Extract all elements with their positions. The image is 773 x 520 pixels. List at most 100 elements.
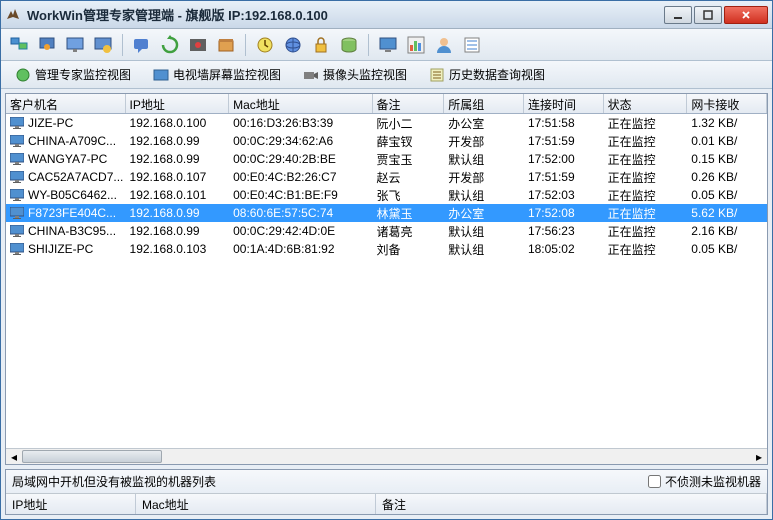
tool-monitors-icon[interactable] xyxy=(7,33,31,57)
close-button[interactable] xyxy=(724,6,768,24)
table-row[interactable]: WY-B05C6462...192.168.0.10100:E0:4C:B1:B… xyxy=(6,186,767,204)
col-ip[interactable]: IP地址 xyxy=(126,94,230,113)
cell-net: 2.16 KB/ xyxy=(687,223,767,239)
no-detect-checkbox-input[interactable] xyxy=(648,475,661,488)
table-row[interactable]: CAC52A7ACD7...192.168.0.10700:E0:4C:B2:2… xyxy=(6,168,767,186)
col-remark[interactable]: 备注 xyxy=(373,94,445,113)
cell-mac: 00:1A:4D:6B:81:92 xyxy=(229,241,372,257)
view-tab-label: 管理专家监控视图 xyxy=(35,66,131,83)
col-conntime[interactable]: 连接时间 xyxy=(524,94,604,113)
table-row[interactable]: F8723FE404C...192.168.0.9908:60:6E:57:5C… xyxy=(6,204,767,222)
cell-group: 默认组 xyxy=(444,150,524,169)
cell-net: 0.26 KB/ xyxy=(687,169,767,185)
cell-status: 正在监控 xyxy=(604,222,688,241)
cell-name: CHINA-A709C... xyxy=(6,133,126,149)
tool-screen-icon[interactable] xyxy=(63,33,87,57)
cell-remark: 薛宝钗 xyxy=(373,132,445,151)
scroll-thumb[interactable] xyxy=(22,450,162,463)
cell-ip: 192.168.0.99 xyxy=(126,133,230,149)
view-tab-monitor[interactable]: 管理专家监控视图 xyxy=(7,63,139,86)
table-row[interactable]: WANGYA7-PC192.168.0.9900:0C:29:40:2B:BE贾… xyxy=(6,150,767,168)
tool-list-icon[interactable] xyxy=(460,33,484,57)
cell-name: WY-B05C6462... xyxy=(6,187,126,203)
cell-remark: 诸葛亮 xyxy=(373,222,445,241)
cell-remark: 赵云 xyxy=(373,168,445,187)
scroll-left-arrow-icon[interactable]: ◂ xyxy=(6,449,22,465)
table-row[interactable]: CHINA-A709C...192.168.0.9900:0C:29:34:62… xyxy=(6,132,767,150)
window-title: WorkWin管理专家管理端 - 旗舰版 IP:192.168.0.100 xyxy=(27,5,664,24)
cell-remark: 阮小二 xyxy=(373,114,445,133)
cell-status: 正在监控 xyxy=(604,186,688,205)
table-body[interactable]: JIZE-PC192.168.0.10000:16:D3:26:B3:39阮小二… xyxy=(6,114,767,448)
view-tab-label: 历史数据查询视图 xyxy=(449,66,545,83)
cell-net: 0.15 KB/ xyxy=(687,151,767,167)
cell-net: 0.05 KB/ xyxy=(687,241,767,257)
cell-ip: 192.168.0.99 xyxy=(126,205,230,221)
tool-settings-icon[interactable] xyxy=(91,33,115,57)
tool-lock-icon[interactable] xyxy=(309,33,333,57)
tool-display-icon[interactable] xyxy=(376,33,400,57)
tool-user-icon[interactable] xyxy=(432,33,456,57)
titlebar: WorkWin管理专家管理端 - 旗舰版 IP:192.168.0.100 xyxy=(1,1,772,29)
cell-name: CAC52A7ACD7... xyxy=(6,169,126,185)
cell-name: WANGYA7-PC xyxy=(6,151,126,167)
bottom-col-ip[interactable]: IP地址 xyxy=(6,494,136,514)
cell-remark: 张飞 xyxy=(373,186,445,205)
table-header: 客户机名 IP地址 Mac地址 备注 所属组 连接时间 状态 网卡接收 xyxy=(6,94,767,114)
cell-net: 0.05 KB/ xyxy=(687,187,767,203)
table-row[interactable]: SHIJIZE-PC192.168.0.10300:1A:4D:6B:81:92… xyxy=(6,240,767,258)
tool-refresh-icon[interactable] xyxy=(158,33,182,57)
tool-time-icon[interactable] xyxy=(253,33,277,57)
col-group[interactable]: 所属组 xyxy=(444,94,524,113)
cell-time: 17:51:58 xyxy=(524,115,604,131)
window-buttons xyxy=(664,6,768,24)
cell-net: 0.01 KB/ xyxy=(687,133,767,149)
col-mac[interactable]: Mac地址 xyxy=(229,94,372,113)
tool-package-icon[interactable] xyxy=(214,33,238,57)
monitor-view-icon xyxy=(15,67,31,83)
view-tab-camera[interactable]: 摄像头监控视图 xyxy=(295,63,415,86)
cell-mac: 00:0C:29:34:62:A6 xyxy=(229,133,372,149)
bottom-col-remark[interactable]: 备注 xyxy=(376,494,767,514)
tool-record-icon[interactable] xyxy=(186,33,210,57)
toolbar-separator xyxy=(245,34,246,56)
bottom-col-mac[interactable]: Mac地址 xyxy=(136,494,376,514)
horizontal-scrollbar[interactable]: ◂ ▸ xyxy=(6,448,767,464)
main-window: WorkWin管理专家管理端 - 旗舰版 IP:192.168.0.100 管理… xyxy=(0,0,773,520)
tool-chart-icon[interactable] xyxy=(404,33,428,57)
col-netrecv[interactable]: 网卡接收 xyxy=(687,94,767,113)
view-tab-history[interactable]: 历史数据查询视图 xyxy=(421,63,553,86)
camera-view-icon xyxy=(303,67,319,83)
cell-ip: 192.168.0.107 xyxy=(126,169,230,185)
cell-status: 正在监控 xyxy=(604,240,688,259)
minimize-button[interactable] xyxy=(664,6,692,24)
cell-name: JIZE-PC xyxy=(6,115,126,131)
tool-login-icon[interactable] xyxy=(35,33,59,57)
no-detect-checkbox[interactable]: 不侦测未监视机器 xyxy=(648,473,761,490)
cell-mac: 00:E0:4C:B2:26:C7 xyxy=(229,169,372,185)
table-row[interactable]: CHINA-B3C95...192.168.0.9900:0C:29:42:4D… xyxy=(6,222,767,240)
cell-time: 17:51:59 xyxy=(524,133,604,149)
cell-status: 正在监控 xyxy=(604,150,688,169)
cell-time: 17:56:23 xyxy=(524,223,604,239)
tool-chat-icon[interactable] xyxy=(130,33,154,57)
cell-status: 正在监控 xyxy=(604,132,688,151)
col-status[interactable]: 状态 xyxy=(604,94,688,113)
cell-ip: 192.168.0.100 xyxy=(126,115,230,131)
main-toolbar xyxy=(1,29,772,61)
scroll-right-arrow-icon[interactable]: ▸ xyxy=(751,449,767,465)
cell-name: CHINA-B3C95... xyxy=(6,223,126,239)
table-row[interactable]: JIZE-PC192.168.0.10000:16:D3:26:B3:39阮小二… xyxy=(6,114,767,132)
cell-ip: 192.168.0.101 xyxy=(126,187,230,203)
cell-mac: 00:E0:4C:B1:BE:F9 xyxy=(229,187,372,203)
col-client-name[interactable]: 客户机名 xyxy=(6,94,126,113)
history-view-icon xyxy=(429,67,445,83)
maximize-button[interactable] xyxy=(694,6,722,24)
cell-time: 17:52:03 xyxy=(524,187,604,203)
cell-mac: 00:16:D3:26:B3:39 xyxy=(229,115,372,131)
cell-status: 正在监控 xyxy=(604,114,688,133)
view-tab-tvwall[interactable]: 电视墙屏幕监控视图 xyxy=(145,63,289,86)
tool-disk-icon[interactable] xyxy=(337,33,361,57)
cell-group: 开发部 xyxy=(444,168,524,187)
tool-globe-icon[interactable] xyxy=(281,33,305,57)
